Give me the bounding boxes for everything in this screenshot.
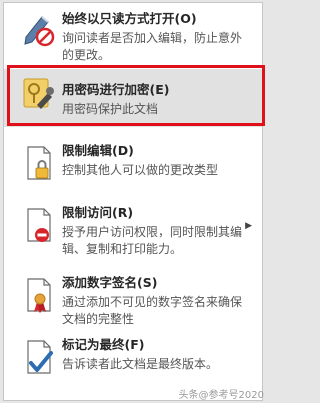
submenu-arrow-icon[interactable]: ▶ [245, 221, 252, 231]
menu-item-mark-as-final[interactable]: 标记为最终(F) 告诉读者此文档是最终版本。 [4, 333, 262, 383]
watermark-text: 头条@参考号2020 [178, 390, 264, 401]
menu-item-description: 通过添加不可见的数字签名来确保文档的完整性 [62, 295, 243, 326]
menu-item-restrict-access[interactable]: 限制访问(R) 授予用户访问权限，同时限制其编辑、复制和打印能力。 ▶ [4, 201, 262, 263]
menu-item-title: 限制编辑(D) [62, 143, 134, 158]
menu-item-title: 始终以只读方式打开(O) [62, 11, 197, 26]
document-ribbon-icon [18, 275, 58, 315]
document-restricted-icon [18, 205, 58, 245]
menu-item-always-open-readonly[interactable]: 始终以只读方式打开(O) 询问读者是否加入编辑，防止意外的更改。 [4, 11, 262, 69]
menu-item-restrict-editing[interactable]: 限制编辑(D) 控制其他人可以做的更改类型 [4, 139, 262, 189]
document-check-icon [18, 337, 58, 377]
protect-document-menu: 始终以只读方式打开(O) 询问读者是否加入编辑，防止意外的更改。 用密码进行加密… [3, 2, 263, 401]
menu-item-description: 授予用户访问权限，同时限制其编辑、复制和打印能力。 [62, 225, 243, 256]
pen-prohibited-icon [18, 11, 58, 51]
menu-item-add-digital-signature[interactable]: 添加数字签名(S) 通过添加不可见的数字签名来确保文档的完整性 [4, 271, 262, 329]
menu-item-description: 控制其他人可以做的更改类型 [62, 163, 219, 177]
menu-item-title: 限制访问(R) [62, 205, 134, 220]
document-lock-icon [18, 143, 58, 183]
menu-item-description: 告诉读者此文档是最终版本。 [62, 357, 219, 371]
menu-item-title: 标记为最终(F) [62, 337, 145, 352]
menu-item-description: 询问读者是否加入编辑，防止意外的更改。 [62, 31, 243, 62]
highlight-annotation-box [7, 65, 265, 126]
menu-item-title: 添加数字签名(S) [62, 275, 158, 290]
